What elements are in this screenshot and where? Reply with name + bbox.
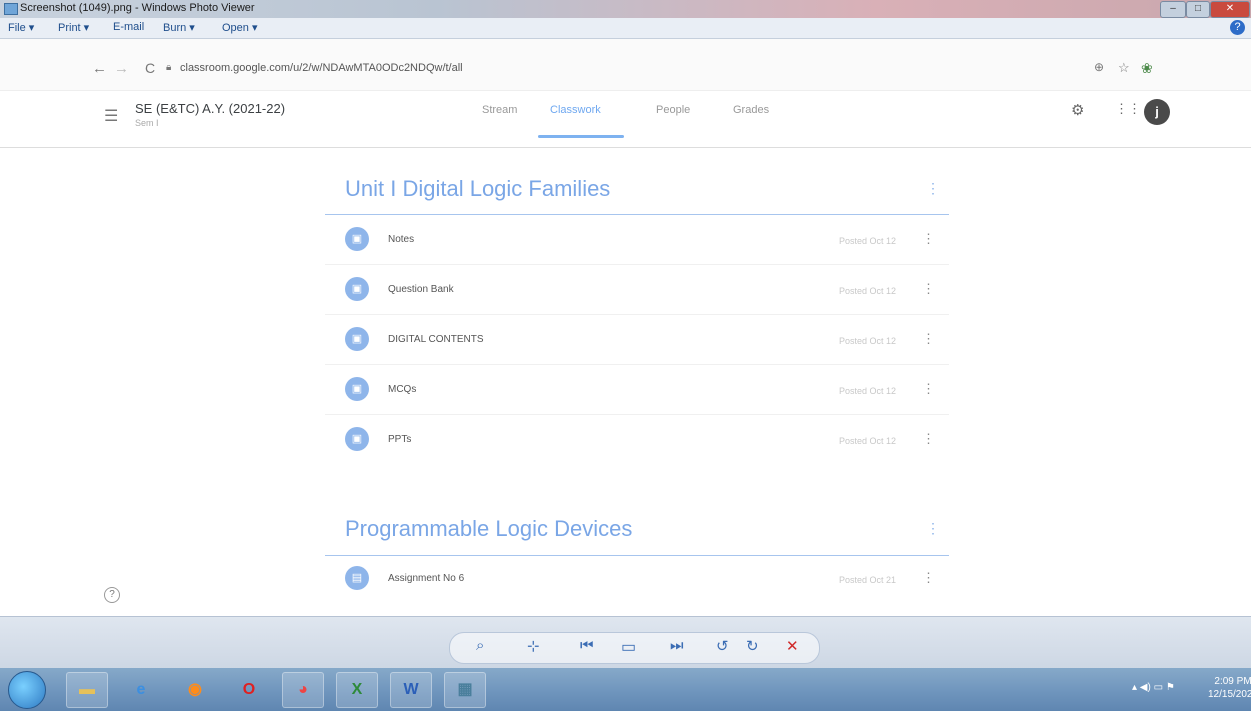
file-explorer-icon[interactable]: ▬ [66, 672, 108, 708]
forward-icon[interactable]: → [114, 60, 129, 77]
assignment-icon: ▤ [345, 566, 369, 590]
item-more-icon[interactable]: ⋮ [922, 231, 935, 247]
item-title[interactable]: MCQs [388, 384, 416, 395]
taskbar-clock[interactable]: 2:09 PM 12/15/2021 [1208, 675, 1251, 701]
media-player-icon[interactable]: ◉ [174, 672, 216, 708]
item-title[interactable]: DIGITAL CONTENTS [388, 334, 484, 345]
maximize-button[interactable]: □ [1186, 1, 1210, 18]
item-date: Posted Oct 12 [839, 386, 897, 396]
share-icon[interactable]: ⊕ [1094, 60, 1104, 74]
avatar[interactable]: j [1144, 99, 1170, 125]
opera-icon[interactable]: O [228, 672, 270, 708]
item-title[interactable]: Question Bank [388, 284, 454, 295]
rotate-clockwise-icon[interactable]: ↻ [746, 637, 759, 655]
zoom-icon[interactable]: ⌕ [476, 637, 484, 654]
tab-people[interactable]: People [656, 104, 690, 116]
topic-title: Programmable Logic Devices [345, 516, 633, 541]
help-icon[interactable]: ? [1230, 20, 1245, 35]
rotate-counterclockwise-icon[interactable]: ↺ [716, 637, 729, 655]
actual-size-icon[interactable]: ⊹ [527, 637, 540, 655]
menu-open[interactable]: Open ▾ [222, 21, 258, 34]
classroom-header [0, 91, 1251, 148]
menu-burn[interactable]: Burn ▾ [163, 21, 195, 34]
course-title[interactable]: SE (E&TC) A.Y. (2021-22) [135, 101, 285, 116]
window-titlebar: Screenshot (1049).png - Windows Photo Vi… [0, 0, 1251, 18]
clock-time: 2:09 PM [1214, 676, 1251, 687]
item-more-icon[interactable]: ⋮ [922, 381, 935, 397]
word-icon[interactable]: W [390, 672, 432, 708]
item-date: Posted Oct 12 [839, 286, 897, 296]
item-date: Posted Oct 12 [839, 336, 897, 346]
photo-viewer-icon [4, 3, 18, 15]
tab-classwork[interactable]: Classwork [550, 104, 601, 116]
excel-icon[interactable]: X [336, 672, 378, 708]
item-more-icon[interactable]: ⋮ [922, 431, 935, 447]
course-section: Sem I [135, 118, 159, 128]
material-icon: ▣ [345, 427, 369, 451]
menu-file[interactable]: File ▾ [8, 21, 34, 34]
menu-print[interactable]: Print ▾ [58, 21, 89, 34]
topic-more-icon[interactable]: ⋮ [926, 180, 940, 197]
item-more-icon[interactable]: ⋮ [922, 281, 935, 297]
previous-icon[interactable]: ⏮ [580, 637, 594, 654]
topic-more-icon[interactable]: ⋮ [926, 520, 940, 537]
material-icon: ▣ [345, 377, 369, 401]
profile-icon[interactable]: ❀ [1141, 60, 1153, 77]
chrome-icon[interactable]: ◕ [282, 672, 324, 708]
photo-viewer-taskbar-icon[interactable]: ▦ [444, 672, 486, 708]
close-button[interactable]: ✕ [1210, 1, 1250, 18]
minimize-button[interactable]: – [1160, 1, 1186, 18]
lock-icon: 🔒︎ [166, 62, 172, 73]
material-icon: ▣ [345, 277, 369, 301]
tab-stream[interactable]: Stream [482, 104, 517, 116]
item-more-icon[interactable]: ⋮ [922, 570, 935, 586]
system-tray-icons[interactable]: ▴ ◀) ▭ ⚑ [1132, 682, 1175, 693]
topic-title: Unit I Digital Logic Families [345, 176, 611, 201]
slideshow-icon[interactable]: ▭ [621, 637, 636, 657]
material-icon: ▣ [345, 227, 369, 251]
start-button[interactable] [8, 671, 46, 709]
item-title[interactable]: Notes [388, 234, 414, 245]
clock-date: 12/15/2021 [1208, 689, 1251, 700]
item-date: Posted Oct 12 [839, 436, 897, 446]
item-title[interactable]: PPTs [388, 434, 411, 445]
menu-email[interactable]: E-mail [113, 21, 144, 33]
menu-bar: File ▾ Print ▾ E-mail Burn ▾ Open ▾ ? [0, 18, 1251, 39]
reload-icon-glyph[interactable]: C [145, 60, 155, 76]
help-question-icon[interactable]: ? [104, 587, 120, 603]
address-bar[interactable]: classroom.google.com/u/2/w/NDAwMTA0ODc2N… [180, 62, 463, 74]
bookmark-star-icon[interactable]: ☆ [1118, 60, 1130, 76]
next-icon[interactable]: ⏭ [670, 637, 684, 654]
item-more-icon[interactable]: ⋮ [922, 331, 935, 347]
item-date: Posted Oct 21 [839, 575, 897, 585]
main-menu-icon[interactable]: ☰ [104, 106, 118, 126]
settings-gear-icon[interactable]: ⚙ [1071, 101, 1084, 119]
window-title: Screenshot (1049).png - Windows Photo Vi… [20, 2, 255, 14]
item-title[interactable]: Assignment No 6 [388, 573, 464, 584]
tab-grades[interactable]: Grades [733, 104, 769, 116]
delete-icon[interactable]: ✕ [786, 637, 799, 655]
material-icon: ▣ [345, 327, 369, 351]
back-icon[interactable]: ← [92, 60, 107, 77]
internet-explorer-icon[interactable]: e [120, 672, 162, 708]
active-tab-indicator [538, 135, 624, 138]
item-date: Posted Oct 12 [839, 236, 897, 246]
